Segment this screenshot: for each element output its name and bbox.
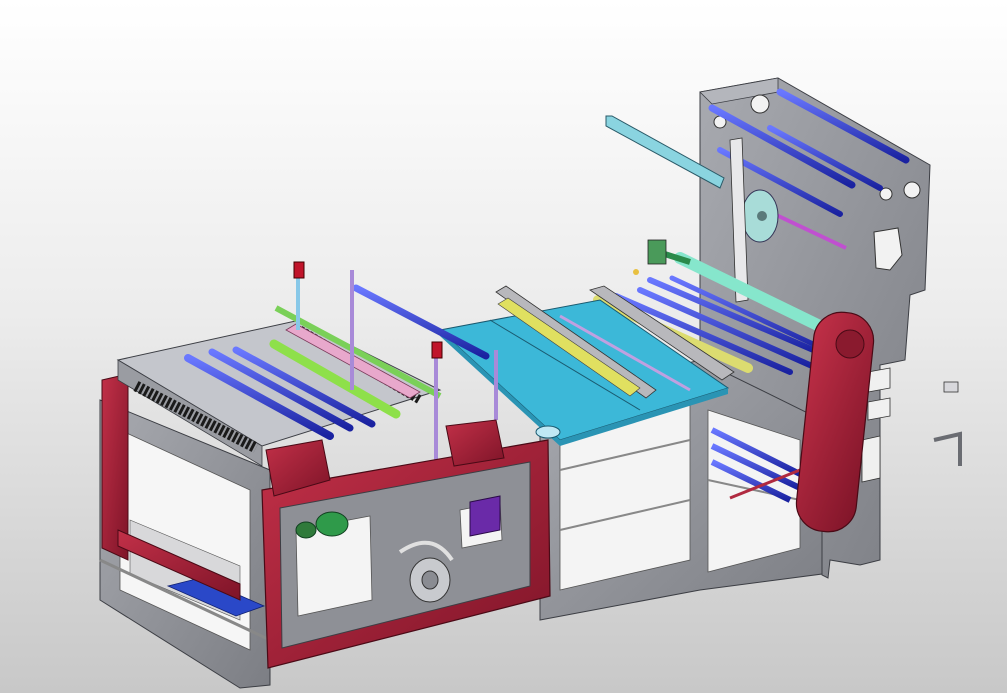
detached-angle-bracket[interactable] [933,431,962,466]
machine-assembly-model[interactable] [0,0,1007,693]
drive-gear-purple[interactable] [469,495,501,537]
tension-disc[interactable] [741,189,779,243]
emergency-stop-button-right[interactable] [431,341,443,359]
detached-bracket[interactable] [943,381,959,393]
feed-shaft[interactable] [352,284,490,360]
emergency-stop-button-left[interactable] [293,261,305,279]
cad-viewport[interactable] [0,0,1007,693]
